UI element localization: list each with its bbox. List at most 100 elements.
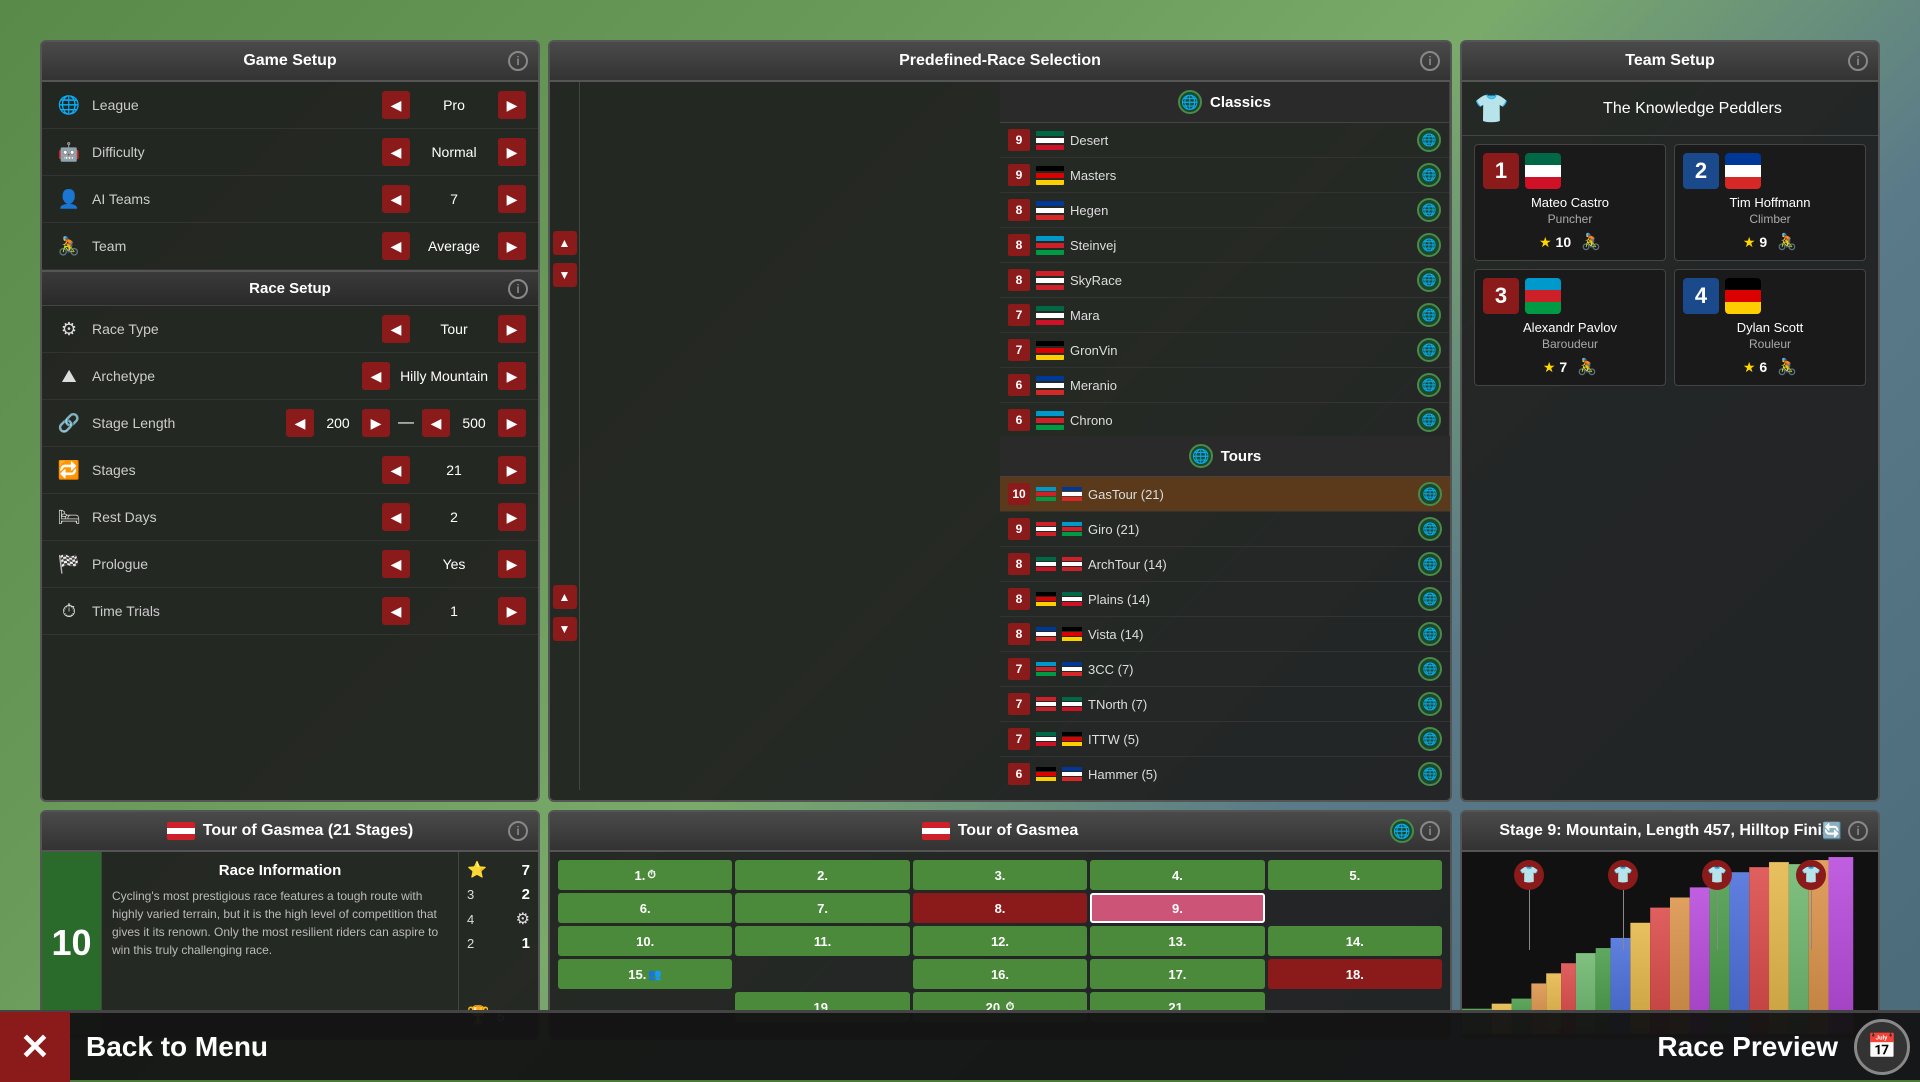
rest-days-right-btn[interactable]: ▶ <box>498 503 526 531</box>
prologue-right-btn[interactable]: ▶ <box>498 550 526 578</box>
stage-cell[interactable]: 4. <box>1090 860 1264 890</box>
prologue-controls: ◀ Yes ▶ <box>382 550 526 578</box>
race-name: GasTour (21) <box>1088 487 1412 502</box>
race-preview-button[interactable]: Race Preview 📅 <box>1657 1019 1920 1075</box>
tour-stages-globe-icon[interactable]: 🌐 <box>1390 819 1414 843</box>
tours-item[interactable]: 8 ArchTour (14) 🌐 <box>1000 547 1450 582</box>
tours-item[interactable]: 9 Giro (21) 🌐 <box>1000 512 1450 547</box>
stage-extra-icon: 👥 <box>648 968 662 981</box>
stage-sep: — <box>394 414 418 432</box>
predefined-race-info-icon[interactable]: i <box>1420 51 1440 71</box>
classics-item[interactable]: 6 Meranio 🌐 <box>1000 368 1449 403</box>
stage-length-min: 200 <box>318 415 358 431</box>
rest-days-left-btn[interactable]: ◀ <box>382 503 410 531</box>
classics-scroll-up[interactable]: ▲ <box>553 231 577 255</box>
difficulty-right-btn[interactable]: ▶ <box>498 138 526 166</box>
back-to-menu-button[interactable]: ✕ Back to Menu <box>0 1012 268 1082</box>
stage-cell[interactable]: 13. <box>1090 926 1264 956</box>
refresh-icon[interactable]: 🔄 <box>1822 821 1842 841</box>
race-num: 8 <box>1008 199 1030 221</box>
stage-cell[interactable]: 12. <box>913 926 1087 956</box>
tours-item[interactable]: 7 TNorth (7) 🌐 <box>1000 687 1450 722</box>
tours-scroll-up[interactable]: ▲ <box>553 585 577 609</box>
tours-header: 🌐 Tours <box>1000 436 1450 477</box>
stage-cell[interactable]: 9. <box>1090 893 1264 923</box>
game-setup-info-icon[interactable]: i <box>508 51 528 71</box>
stage-cell[interactable]: 16. <box>913 959 1087 989</box>
tours-item[interactable]: 6 Hammer (5) 🌐 <box>1000 757 1450 790</box>
race-info-info-icon[interactable]: i <box>508 821 528 841</box>
stage-cell[interactable]: 11. <box>735 926 909 956</box>
league-left-btn[interactable]: ◀ <box>382 91 410 119</box>
stage-cell[interactable]: 15.👥 <box>558 959 732 989</box>
stage-cell[interactable]: 18. <box>1268 959 1442 989</box>
stages-right-btn[interactable]: ▶ <box>498 456 526 484</box>
stage-cell[interactable]: 7. <box>735 893 909 923</box>
tours-scroll-down[interactable]: ▼ <box>553 617 577 641</box>
stage-cell[interactable]: 8. <box>913 893 1087 923</box>
team-right-btn[interactable]: ▶ <box>498 232 526 260</box>
stages-left-btn[interactable]: ◀ <box>382 456 410 484</box>
tours-item[interactable]: 7 3CC (7) 🌐 <box>1000 652 1450 687</box>
classics-item[interactable]: 7 GronVin 🌐 <box>1000 333 1449 368</box>
stage-max-right-btn[interactable]: ▶ <box>498 409 526 437</box>
race-info-title: Tour of Gasmea (21 Stages) <box>203 822 413 840</box>
rider-number: 3 <box>1483 278 1519 314</box>
stage-cell[interactable]: 10. <box>558 926 732 956</box>
classics-item[interactable]: 9 Masters 🌐 <box>1000 158 1449 193</box>
stage-profile-info-icon[interactable]: i <box>1848 821 1868 841</box>
stages-grid: 1.⏱2.3.4.5. 6.7.8.9. 10.11.12.13.14. 15.👥 16… <box>550 852 1450 1030</box>
prologue-icon: 🏁 <box>54 549 84 579</box>
tours-col: 🌐 Tours 10 GasTour (21) 🌐 9 <box>1000 436 1450 790</box>
classics-item[interactable]: 9 Desert 🌐 <box>1000 123 1449 158</box>
stage-cell[interactable]: 14. <box>1268 926 1442 956</box>
classics-item[interactable]: 6 Chrono 🌐 <box>1000 403 1449 436</box>
team-setup-panel: Team Setup i 👕 The Knowledge Peddlers 1 … <box>1460 40 1880 802</box>
race-setup-info-icon[interactable]: i <box>508 279 528 299</box>
archetype-left-btn[interactable]: ◀ <box>362 362 390 390</box>
ai-teams-left-btn[interactable]: ◀ <box>382 185 410 213</box>
stage-num: 16. <box>991 967 1009 982</box>
stage-cell[interactable]: 17. <box>1090 959 1264 989</box>
stage-cell[interactable]: 2. <box>735 860 909 890</box>
tour-stages-header: Tour of Gasmea 🌐 i <box>550 812 1450 852</box>
race-type-right-btn[interactable]: ▶ <box>498 315 526 343</box>
tour-stages-info-icon[interactable]: i <box>1420 821 1440 841</box>
classics-item[interactable]: 8 Hegen 🌐 <box>1000 193 1449 228</box>
archetype-right-btn[interactable]: ▶ <box>498 362 526 390</box>
race-type-left-btn[interactable]: ◀ <box>382 315 410 343</box>
stat-row-4: 2 1 <box>467 935 530 952</box>
classics-item[interactable]: 8 Steinvej 🌐 <box>1000 228 1449 263</box>
league-value: Pro <box>414 97 494 113</box>
time-trials-right-btn[interactable]: ▶ <box>498 597 526 625</box>
classics-item[interactable]: 7 Mara 🌐 <box>1000 298 1449 333</box>
race-type-icon: ⚙ <box>54 314 84 344</box>
stage-cell[interactable]: 3. <box>913 860 1087 890</box>
time-trials-label: Time Trials <box>92 603 382 619</box>
stage-cell[interactable]: 1.⏱ <box>558 860 732 890</box>
rider-number: 2 <box>1683 153 1719 189</box>
team-setup-info-icon[interactable]: i <box>1848 51 1868 71</box>
tours-globe-icon: 🌐 <box>1189 444 1213 468</box>
prologue-left-btn[interactable]: ◀ <box>382 550 410 578</box>
ai-teams-right-btn[interactable]: ▶ <box>498 185 526 213</box>
rest-days-icon: 🛏 <box>54 502 84 532</box>
classics-scroll-down[interactable]: ▼ <box>553 263 577 287</box>
time-trials-left-btn[interactable]: ◀ <box>382 597 410 625</box>
race-globe-icon: 🌐 <box>1418 692 1442 716</box>
league-right-btn[interactable]: ▶ <box>498 91 526 119</box>
stage-cell[interactable]: 5. <box>1268 860 1442 890</box>
race-desc-area: Race Information Cycling's most prestigi… <box>102 852 458 1034</box>
stage-min-left-btn[interactable]: ◀ <box>286 409 314 437</box>
difficulty-left-btn[interactable]: ◀ <box>382 138 410 166</box>
tours-item[interactable]: 8 Vista (14) 🌐 <box>1000 617 1450 652</box>
tours-item[interactable]: 8 Plains (14) 🌐 <box>1000 582 1450 617</box>
stage-cell[interactable]: 6. <box>558 893 732 923</box>
team-left-btn[interactable]: ◀ <box>382 232 410 260</box>
stage-min-right-btn[interactable]: ▶ <box>362 409 390 437</box>
classics-item[interactable]: 8 SkyRace 🌐 <box>1000 263 1449 298</box>
stage-max-left-btn[interactable]: ◀ <box>422 409 450 437</box>
tours-item[interactable]: 7 ITTW (5) 🌐 <box>1000 722 1450 757</box>
tours-item[interactable]: 10 GasTour (21) 🌐 <box>1000 477 1450 512</box>
archetype-row: ⛰ Archetype ◀ Hilly Mountain ▶ <box>42 353 538 400</box>
